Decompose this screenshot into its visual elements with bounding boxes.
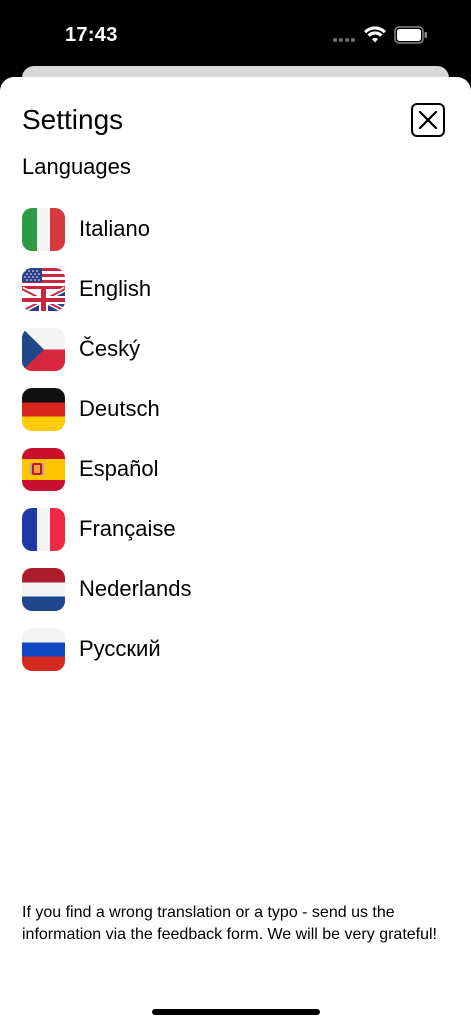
flag-netherlands-icon [22,567,65,611]
home-indicator[interactable] [152,1009,320,1015]
language-label: Český [79,336,141,361]
status-time: 17:43 [65,24,118,46]
language-item-english[interactable]: English [22,259,442,319]
language-item-russian[interactable]: Русский [22,619,442,679]
language-item-nederlands[interactable]: Nederlands [22,559,442,619]
languages-section-title: Languages [22,154,131,179]
flag-italy-icon [22,207,65,251]
battery-icon [394,26,427,44]
language-label: Nederlands [79,576,192,601]
feedback-note: If you find a wrong translation or a typ… [22,904,437,943]
flag-spain-icon [22,447,65,491]
page-title: Settings [22,104,124,135]
language-item-deutsch[interactable]: Deutsch [22,379,442,439]
close-button[interactable] [411,103,445,137]
language-label: Italiano [79,216,150,241]
flag-france-icon [22,507,65,551]
language-item-italiano[interactable]: Italiano [22,199,442,259]
language-label: English [79,276,152,301]
flag-russia-icon [22,627,65,671]
language-item-cesky[interactable]: Český [22,319,442,379]
close-icon [418,110,438,130]
language-label: Español [79,456,159,481]
flag-germany-icon [22,387,65,431]
language-list: Italiano English Český Deutsch Español F… [22,199,442,679]
cellular-signal-icon [333,38,355,42]
language-item-francaise[interactable]: Française [22,499,442,559]
settings-sheet: Settings Languages Italiano English Česk… [0,77,471,1024]
language-label: Русский [79,636,161,661]
flag-czech-icon [22,327,65,371]
language-label: Française [79,516,176,541]
language-label: Deutsch [79,396,160,421]
flag-usa-uk-icon [22,267,65,311]
language-item-espanol[interactable]: Español [22,439,442,499]
wifi-icon [364,26,386,43]
status-bar: 17:43 [0,0,471,70]
